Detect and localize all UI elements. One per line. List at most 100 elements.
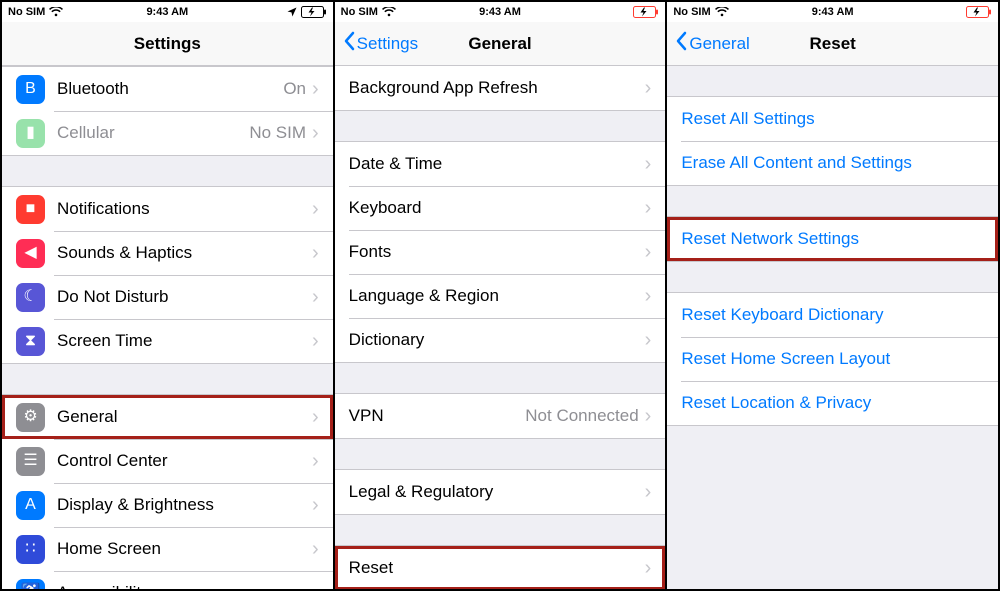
chevron-right-icon: › xyxy=(645,78,652,98)
settings-group: Reset All Settings Erase All Content and… xyxy=(667,96,998,186)
row-label-notifications: Notifications xyxy=(57,199,312,219)
chevron-right-icon: › xyxy=(312,287,319,307)
controlcenter-icon: ☰ xyxy=(16,447,45,476)
row-homescreen[interactable]: ∷ Home Screen › xyxy=(2,527,333,571)
bluetooth-icon: B xyxy=(16,75,45,104)
settings-group: Reset Network Settings xyxy=(667,216,998,262)
settings-group: Reset › Shut Down xyxy=(335,545,666,589)
row-label-keyboard: Keyboard xyxy=(349,198,645,218)
settings-list[interactable]: Background App Refresh › Date & Time › K… xyxy=(335,66,666,589)
cellular-icon: ▮ xyxy=(16,119,45,148)
wifi-icon xyxy=(715,7,729,17)
settings-group: B Bluetooth On › ▮ Cellular No SIM› xyxy=(2,66,333,156)
carrier-label: No SIM xyxy=(673,6,710,18)
general-icon: ⚙ xyxy=(16,403,45,432)
chevron-right-icon: › xyxy=(312,199,319,219)
row-resetkbd[interactable]: Reset Keyboard Dictionary xyxy=(667,293,998,337)
row-label-legal: Legal & Regulatory xyxy=(349,482,645,502)
row-value-vpn: Not Connected xyxy=(525,406,638,426)
row-datetime[interactable]: Date & Time › xyxy=(335,142,666,186)
row-label-homescreen: Home Screen xyxy=(57,539,312,559)
chevron-right-icon: › xyxy=(645,482,652,502)
battery-charging-icon xyxy=(633,6,659,18)
row-label-bluetooth: Bluetooth xyxy=(57,79,283,99)
settings-list[interactable]: B Bluetooth On › ▮ Cellular No SIM› ■ Not… xyxy=(2,66,333,589)
row-resethome[interactable]: Reset Home Screen Layout xyxy=(667,337,998,381)
row-resetall[interactable]: Reset All Settings xyxy=(667,97,998,141)
battery-charging-icon xyxy=(966,6,992,18)
pane-3: No SIM 9:43 AM General xyxy=(665,2,998,589)
row-vpn[interactable]: VPN Not Connected › xyxy=(335,394,666,438)
settings-group: ⚙ General › ☰ Control Center › A Display… xyxy=(2,394,333,589)
nav-bar: Settings xyxy=(2,22,333,66)
carrier-label: No SIM xyxy=(341,6,378,18)
back-label: General xyxy=(689,34,749,54)
back-button[interactable]: General xyxy=(675,31,749,56)
row-sounds[interactable]: ◀ Sounds & Haptics › xyxy=(2,231,333,275)
pane-1: No SIM 9:43 AM Settings xyxy=(2,2,333,589)
nav-bar: General Reset xyxy=(667,22,998,66)
back-button[interactable]: Settings xyxy=(343,31,418,56)
chevron-right-icon: › xyxy=(312,583,319,589)
row-fonts[interactable]: Fonts › xyxy=(335,230,666,274)
settings-group: Date & Time › Keyboard › Fonts › Languag… xyxy=(335,141,666,363)
chevron-right-icon: › xyxy=(645,286,652,306)
row-dnd[interactable]: ☾ Do Not Disturb › xyxy=(2,275,333,319)
chevron-right-icon: › xyxy=(312,407,319,427)
row-label-datetime: Date & Time xyxy=(349,154,645,174)
wifi-icon xyxy=(382,7,396,17)
row-accessibility[interactable]: ♿ Accessibility › xyxy=(2,571,333,589)
chevron-right-icon: › xyxy=(312,243,319,263)
wifi-icon xyxy=(49,7,63,17)
row-label-controlcenter: Control Center xyxy=(57,451,312,471)
accessibility-icon: ♿ xyxy=(16,579,45,590)
chevron-right-icon: › xyxy=(645,558,652,578)
row-label-resetnet: Reset Network Settings xyxy=(681,229,984,249)
chevron-right-icon: › xyxy=(312,331,319,351)
row-label-bgrefresh: Background App Refresh xyxy=(349,78,645,98)
row-keyboard[interactable]: Keyboard › xyxy=(335,186,666,230)
settings-group: Background App Refresh › xyxy=(335,66,666,111)
row-label-fonts: Fonts xyxy=(349,242,645,262)
row-bluetooth[interactable]: B Bluetooth On › xyxy=(2,67,333,111)
row-notifications[interactable]: ■ Notifications › xyxy=(2,187,333,231)
settings-list[interactable]: Reset All Settings Erase All Content and… xyxy=(667,66,998,589)
row-bgrefresh[interactable]: Background App Refresh › xyxy=(335,66,666,110)
row-resetloc[interactable]: Reset Location & Privacy xyxy=(667,381,998,425)
screentime-icon: ⧗ xyxy=(16,327,45,356)
chevron-right-icon: › xyxy=(645,198,652,218)
settings-group: Reset Keyboard Dictionary Reset Home Scr… xyxy=(667,292,998,426)
display-icon: A xyxy=(16,491,45,520)
row-display[interactable]: A Display & Brightness › xyxy=(2,483,333,527)
row-label-vpn: VPN xyxy=(349,406,526,426)
chevron-right-icon: › xyxy=(645,406,652,426)
chevron-right-icon: › xyxy=(645,242,652,262)
chevron-right-icon: › xyxy=(645,154,652,174)
row-controlcenter[interactable]: ☰ Control Center › xyxy=(2,439,333,483)
row-label-resetkbd: Reset Keyboard Dictionary xyxy=(681,305,984,325)
chevron-left-icon xyxy=(675,31,687,56)
row-resetnet[interactable]: Reset Network Settings xyxy=(667,217,998,261)
row-label-sounds: Sounds & Haptics xyxy=(57,243,312,263)
homescreen-icon: ∷ xyxy=(16,535,45,564)
chevron-right-icon: › xyxy=(312,79,319,99)
chevron-left-icon xyxy=(343,31,355,56)
row-eraseall[interactable]: Erase All Content and Settings xyxy=(667,141,998,185)
row-general[interactable]: ⚙ General › xyxy=(2,395,333,439)
notifications-icon: ■ xyxy=(16,195,45,224)
chevron-right-icon: › xyxy=(312,451,319,471)
chevron-right-icon: › xyxy=(645,330,652,350)
row-label-resetall: Reset All Settings xyxy=(681,109,984,129)
row-label-eraseall: Erase All Content and Settings xyxy=(681,153,984,173)
row-legal[interactable]: Legal & Regulatory › xyxy=(335,470,666,514)
settings-group: Legal & Regulatory › xyxy=(335,469,666,515)
row-screentime[interactable]: ⧗ Screen Time › xyxy=(2,319,333,363)
row-value-bluetooth: On xyxy=(283,79,306,99)
row-reset[interactable]: Reset › xyxy=(335,546,666,589)
row-langregion[interactable]: Language & Region › xyxy=(335,274,666,318)
settings-group: ■ Notifications › ◀ Sounds & Haptics › ☾… xyxy=(2,186,333,364)
row-label-accessibility: Accessibility xyxy=(57,583,312,589)
row-dictionary[interactable]: Dictionary › xyxy=(335,318,666,362)
location-icon xyxy=(287,7,297,17)
row-cellular[interactable]: ▮ Cellular No SIM› xyxy=(2,111,333,155)
